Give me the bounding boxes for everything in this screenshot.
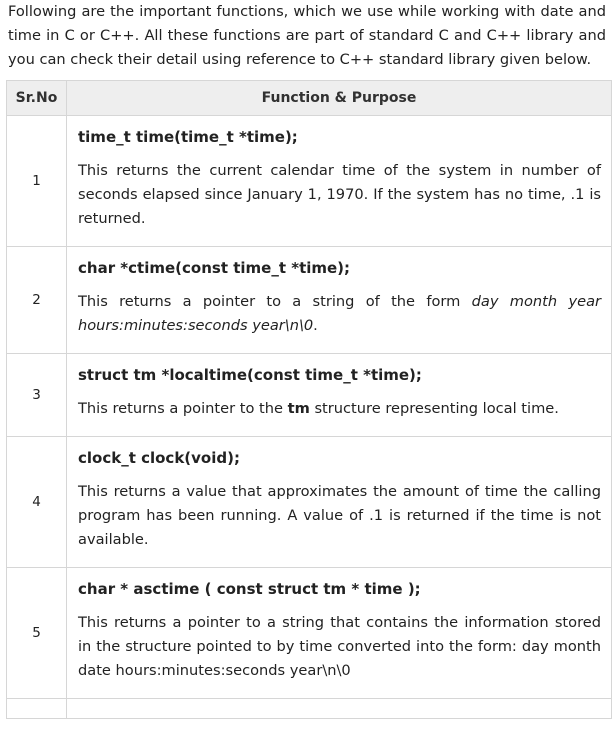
row-content-empty [66,698,612,719]
function-signature: clock_t clock(void); [78,449,240,467]
description-text: This returns a pointer to a string of th… [78,293,472,310]
row-content: char * asctime ( const struct tm * time … [66,567,612,699]
description-text: This returns a pointer to the [78,400,288,417]
description-text-end: . [313,317,318,334]
row-content: time_t time(time_t *time); This returns … [66,115,612,247]
page-content: Following are the important functions, w… [0,0,612,719]
row-number: 5 [6,567,67,699]
function-description: This returns a pointer to a string of th… [78,290,601,338]
function-description: This returns the current calendar time o… [78,162,601,227]
row-content: struct tm *localtime(const time_t *time)… [66,353,612,437]
function-description: This returns a pointer to the tm structu… [78,397,601,421]
row-number: 2 [6,246,67,354]
description-tm-bold: tm [287,400,310,417]
table-row: 1 time_t time(time_t *time); This return… [6,115,612,247]
function-description: This returns a value that approximates t… [78,483,601,548]
table-row: 2 char *ctime(const time_t *time); This … [6,246,612,354]
header-function-purpose: Function & Purpose [66,80,612,116]
row-number: 4 [6,436,67,568]
function-signature: char *ctime(const time_t *time); [78,259,351,277]
table-row-partial [6,698,612,719]
description-text-end: structure representing local time. [309,400,559,417]
table-header-row: Sr.No Function & Purpose [6,80,612,116]
function-description: This returns a pointer to a string that … [78,614,601,679]
function-signature: time_t time(time_t *time); [78,128,298,146]
functions-table: Sr.No Function & Purpose 1 time_t time(t… [6,80,612,719]
row-number-empty [6,698,67,719]
table-row: 4 clock_t clock(void); This returns a va… [6,436,612,568]
header-srno: Sr.No [6,80,67,116]
table-row: 5 char * asctime ( const struct tm * tim… [6,567,612,699]
row-content: char *ctime(const time_t *time); This re… [66,246,612,354]
intro-paragraph: Following are the important functions, w… [8,3,606,68]
table-row: 3 struct tm *localtime(const time_t *tim… [6,353,612,437]
function-signature: char * asctime ( const struct tm * time … [78,580,421,598]
row-number: 3 [6,353,67,437]
row-number: 1 [6,115,67,247]
row-content: clock_t clock(void); This returns a valu… [66,436,612,568]
function-signature: struct tm *localtime(const time_t *time)… [78,366,422,384]
